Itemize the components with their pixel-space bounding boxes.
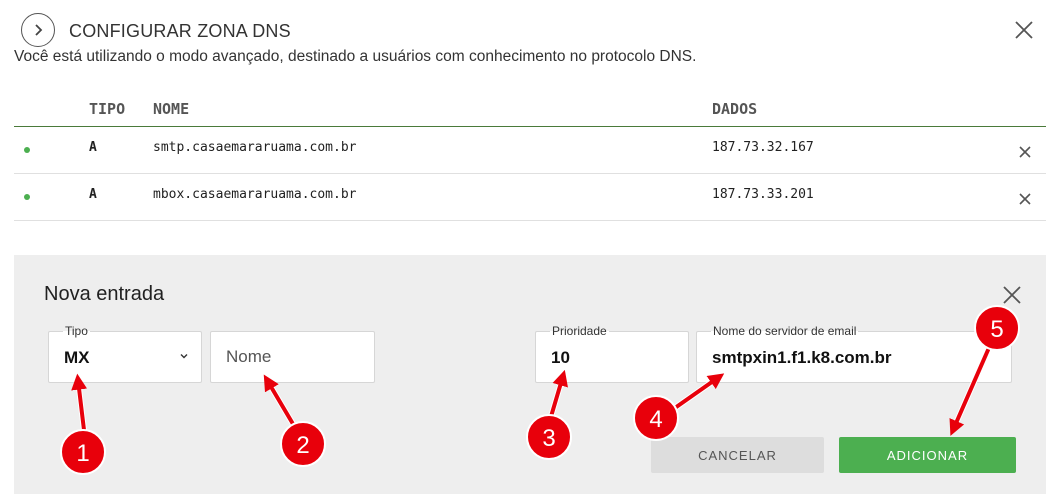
status-dot-icon: [24, 194, 30, 200]
new-entry-panel: Nova entrada Tipo MX Nome Prioridade 10 …: [14, 255, 1046, 494]
table-row: A smtp.casaemararuama.com.br 187.73.32.1…: [14, 127, 1046, 174]
servidor-email-value: smtpxin1.f1.k8.com.br: [712, 348, 892, 367]
panel-title: Nova entrada: [44, 283, 165, 305]
servidor-email-input[interactable]: Nome do servidor de email smtpxin1.f1.k8…: [696, 324, 1012, 383]
chevron-down-icon: [180, 354, 188, 359]
add-button[interactable]: ADICIONAR: [839, 437, 1016, 473]
page-title: CONFIGURAR ZONA DNS: [69, 21, 291, 41]
column-header-tipo: TIPO: [89, 100, 126, 118]
close-icon[interactable]: [1001, 284, 1023, 306]
column-header-nome: NOME: [153, 100, 190, 118]
nome-placeholder: Nome: [226, 347, 272, 366]
table-row: A mbox.casaemararuama.com.br 187.73.33.2…: [14, 174, 1046, 221]
cell-tipo: A: [89, 187, 97, 202]
page-subtitle: Você está utilizando o modo avançado, de…: [14, 48, 697, 65]
back-button[interactable]: [21, 13, 55, 47]
servidor-email-label: Nome do servidor de email: [711, 324, 859, 338]
delete-icon[interactable]: [1018, 145, 1032, 159]
cell-dados: 187.73.32.167: [712, 140, 814, 155]
cell-tipo: A: [89, 140, 97, 155]
prioridade-input[interactable]: Prioridade 10: [535, 324, 689, 383]
tipo-label: Tipo: [63, 324, 90, 338]
cell-nome: mbox.casaemararuama.com.br: [153, 187, 357, 202]
cell-nome: smtp.casaemararuama.com.br: [153, 140, 357, 155]
cancel-button[interactable]: CANCELAR: [651, 437, 824, 473]
chevron-right-icon: [35, 24, 43, 36]
tipo-select[interactable]: Tipo MX: [48, 324, 202, 383]
close-icon[interactable]: [1012, 18, 1036, 42]
nome-input[interactable]: Nome: [210, 331, 375, 383]
status-dot-icon: [24, 147, 30, 153]
prioridade-label: Prioridade: [550, 324, 609, 338]
tipo-value: MX: [64, 348, 90, 367]
delete-icon[interactable]: [1018, 192, 1032, 206]
column-header-dados: DADOS: [712, 100, 758, 118]
cell-dados: 187.73.33.201: [712, 187, 814, 202]
prioridade-value: 10: [551, 348, 570, 367]
